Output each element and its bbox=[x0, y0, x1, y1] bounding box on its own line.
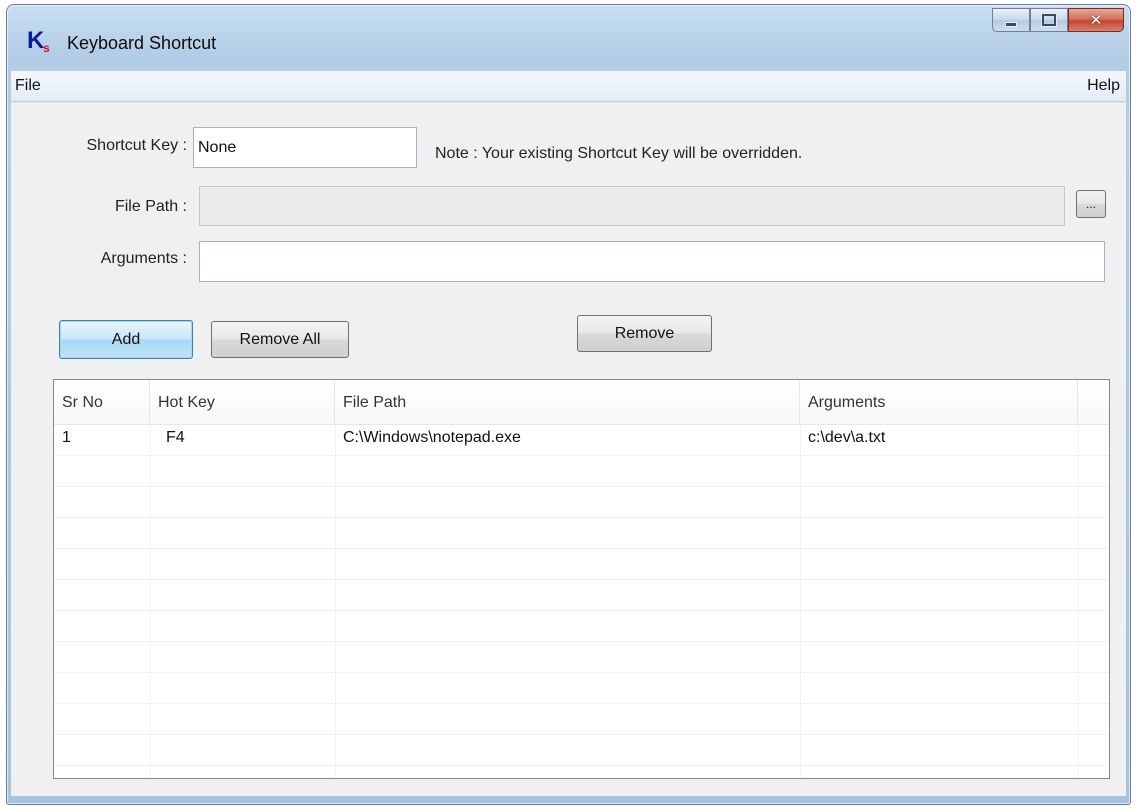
window-title: Keyboard Shortcut bbox=[67, 33, 217, 53]
empty-row bbox=[54, 734, 1109, 766]
arguments-label: Arguments : bbox=[100, 250, 187, 267]
empty-row bbox=[54, 703, 1109, 735]
list-header: Sr No Hot Key File Path Arguments bbox=[54, 380, 1109, 425]
empty-row bbox=[54, 610, 1109, 642]
shortcut-list[interactable]: Sr No Hot Key File Path Arguments 1 F4 C… bbox=[53, 379, 1110, 779]
remove-all-button[interactable]: Remove All bbox=[211, 321, 349, 358]
cell-hot-key: F4 bbox=[166, 429, 185, 446]
window-controls: ✕ bbox=[992, 8, 1124, 34]
column-header-hot-key[interactable]: Hot Key bbox=[150, 380, 335, 424]
cell-sr-no: 1 bbox=[62, 429, 71, 446]
remove-button[interactable]: Remove bbox=[577, 315, 712, 352]
minimize-button[interactable] bbox=[992, 8, 1030, 32]
minimize-icon bbox=[1005, 21, 1017, 27]
empty-row bbox=[54, 517, 1109, 549]
add-button[interactable]: Add bbox=[59, 320, 193, 359]
close-icon: ✕ bbox=[1089, 11, 1103, 29]
logo-k: K bbox=[27, 27, 45, 54]
logo-s: s bbox=[43, 41, 50, 55]
title-bar[interactable]: K s Keyboard Shortcut ✕ bbox=[7, 5, 1130, 71]
cell-file-path: C:\Windows\notepad.exe bbox=[343, 429, 521, 446]
file-path-input[interactable] bbox=[199, 186, 1065, 226]
app-logo-icon: K s bbox=[27, 27, 61, 57]
client-area: Shortcut Key : Note : Your existing Shor… bbox=[11, 102, 1126, 796]
override-note: Note : Your existing Shortcut Key will b… bbox=[435, 145, 803, 162]
maximize-icon bbox=[1042, 14, 1056, 26]
browse-button[interactable]: ... bbox=[1076, 190, 1106, 218]
shortcut-key-label: Shortcut Key : bbox=[86, 137, 188, 154]
empty-row bbox=[54, 672, 1109, 704]
file-path-label: File Path : bbox=[114, 198, 187, 215]
arguments-input[interactable] bbox=[199, 241, 1105, 282]
column-header-arguments[interactable]: Arguments bbox=[800, 380, 1078, 424]
maximize-button[interactable] bbox=[1030, 8, 1068, 32]
menu-file[interactable]: File bbox=[15, 77, 41, 95]
list-body: 1 F4 C:\Windows\notepad.exe c:\dev\a.txt bbox=[54, 424, 1109, 778]
close-button[interactable]: ✕ bbox=[1068, 8, 1124, 32]
app-window: K s Keyboard Shortcut ✕ File Help Shortc… bbox=[6, 4, 1131, 805]
empty-row bbox=[54, 548, 1109, 580]
empty-row bbox=[54, 486, 1109, 518]
empty-row bbox=[54, 455, 1109, 487]
table-row[interactable]: 1 F4 C:\Windows\notepad.exe c:\dev\a.txt bbox=[54, 424, 1109, 456]
menu-bar: File Help bbox=[11, 71, 1126, 102]
column-header-sr-no[interactable]: Sr No bbox=[54, 380, 150, 424]
cell-arguments: c:\dev\a.txt bbox=[808, 429, 886, 446]
menu-help[interactable]: Help bbox=[1087, 77, 1120, 95]
empty-row bbox=[54, 641, 1109, 673]
empty-row bbox=[54, 579, 1109, 611]
column-header-file-path[interactable]: File Path bbox=[335, 380, 800, 424]
shortcut-key-input[interactable] bbox=[193, 127, 417, 168]
